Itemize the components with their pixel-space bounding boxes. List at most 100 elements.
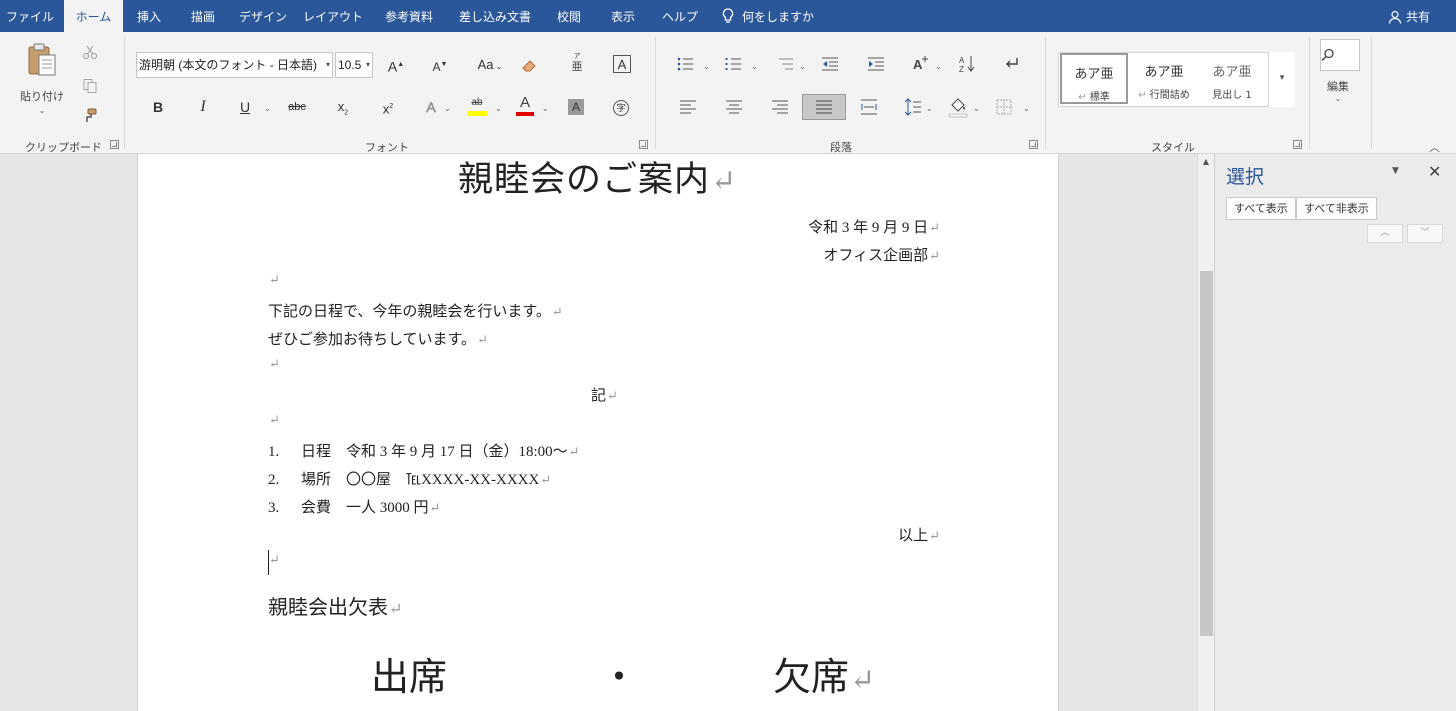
- sort-button[interactable]: AZ: [959, 55, 977, 75]
- superscript-button[interactable]: x2: [375, 94, 401, 120]
- empty-paragraph[interactable]: ↵: [268, 272, 280, 289]
- font-color-dropdown-caret[interactable]: ⌄: [542, 104, 549, 113]
- editing-button[interactable]: [1320, 39, 1360, 71]
- collapse-ribbon-button[interactable]: ︿: [1429, 139, 1440, 155]
- highlight-button[interactable]: ab: [464, 96, 490, 120]
- font-color-button[interactable]: A: [512, 94, 538, 120]
- font-dialog-launcher[interactable]: [639, 140, 648, 149]
- scrollbar-thumb[interactable]: [1200, 271, 1213, 636]
- list-item[interactable]: 1. 日程 令和 3 年 9 月 17 日（金）18:00～↵: [268, 440, 580, 461]
- borders-dropdown-caret[interactable]: ⌄: [1023, 104, 1030, 113]
- underline-button[interactable]: U: [232, 94, 258, 120]
- ki-heading[interactable]: 記↵: [591, 384, 618, 405]
- paste-button[interactable]: 貼り付け ⌄: [14, 42, 70, 132]
- bullets-dropdown-caret[interactable]: ⌄: [703, 62, 710, 71]
- align-left-button[interactable]: [680, 100, 696, 114]
- empty-paragraph[interactable]: ↵: [268, 356, 280, 373]
- style-heading-1[interactable]: あア亜 見出し 1: [1198, 53, 1266, 104]
- justify-button[interactable]: [802, 94, 846, 120]
- hide-all-button[interactable]: すべて非表示: [1296, 197, 1377, 220]
- font-name-combo[interactable]: 游明朝 (本文のフォント - 日本語) ▾: [136, 52, 333, 78]
- tell-me-search[interactable]: 何をしますか: [722, 0, 814, 32]
- format-painter-button[interactable]: [82, 108, 100, 126]
- close-icon[interactable]: ✕: [1428, 162, 1441, 181]
- tab-help[interactable]: ヘルプ: [654, 0, 706, 32]
- clear-formatting-button[interactable]: [520, 56, 540, 76]
- body-line-2[interactable]: ぜひご参加お待ちしています。↵: [268, 328, 488, 349]
- pane-options-chevron-icon[interactable]: ▼: [1392, 166, 1399, 176]
- attend-present[interactable]: 出席: [371, 646, 447, 701]
- empty-paragraph[interactable]: ↵: [268, 412, 280, 429]
- document-title[interactable]: 親睦会のご案内↵: [458, 154, 737, 202]
- multilevel-list-dropdown-caret[interactable]: ⌄: [799, 62, 806, 71]
- attend-absent[interactable]: 欠席↵: [773, 646, 875, 701]
- paragraph-shading-dropdown-caret[interactable]: ⌄: [973, 104, 980, 113]
- tab-view[interactable]: 表示: [601, 0, 645, 32]
- style-normal[interactable]: あア亜 ↵ 標準: [1060, 53, 1128, 104]
- paste-dropdown-caret[interactable]: ⌄: [14, 106, 70, 115]
- subscript-button[interactable]: x2: [330, 94, 356, 120]
- empty-paragraph[interactable]: ↵: [268, 552, 280, 569]
- attendance-table-title[interactable]: 親睦会出欠表↵: [268, 591, 402, 620]
- change-case-button[interactable]: Aa ⌄: [473, 52, 507, 78]
- highlight-dropdown-caret[interactable]: ⌄: [495, 104, 502, 113]
- tab-review[interactable]: 校閲: [548, 0, 590, 32]
- cut-button[interactable]: [82, 44, 100, 62]
- tab-layout[interactable]: レイアウト: [301, 0, 365, 32]
- editing-label[interactable]: 編集 ⌄: [1327, 78, 1349, 103]
- character-shading-button[interactable]: A: [563, 94, 589, 120]
- show-all-button[interactable]: すべて表示: [1226, 197, 1296, 220]
- tab-mailings[interactable]: 差し込み文書: [452, 0, 538, 32]
- document-organization[interactable]: オフィス企画部↵: [698, 244, 940, 265]
- attend-separator[interactable]: ・: [600, 646, 638, 701]
- document-page[interactable]: 親睦会のご案内↵ 令和 3 年 9 月 9 日↵ オフィス企画部↵ ↵ 下記の日…: [137, 154, 1059, 711]
- distributed-button[interactable]: [861, 99, 877, 115]
- document-date[interactable]: 令和 3 年 9 月 9 日↵: [698, 216, 940, 237]
- underline-dropdown-caret[interactable]: ⌄: [264, 104, 271, 113]
- scroll-up-arrow-icon[interactable]: ▲: [1200, 156, 1212, 168]
- tab-file[interactable]: ファイル: [0, 0, 60, 32]
- ijou-text[interactable]: 以上↵: [698, 524, 940, 545]
- tab-home[interactable]: ホーム: [64, 0, 123, 32]
- italic-button[interactable]: I: [190, 94, 216, 120]
- vertical-scrollbar[interactable]: ▲: [1197, 154, 1214, 711]
- tab-references[interactable]: 参考資料: [376, 0, 442, 32]
- decrease-indent-button[interactable]: [822, 57, 840, 73]
- borders-button[interactable]: [996, 99, 1012, 115]
- list-item[interactable]: 3. 会費 一人 3000 円↵: [268, 496, 440, 517]
- bring-forward-button[interactable]: ︿: [1367, 224, 1403, 243]
- clipboard-dialog-launcher[interactable]: [110, 140, 119, 149]
- align-right-button[interactable]: [772, 100, 788, 114]
- body-line-1[interactable]: 下記の日程で、今年の親睦会を行います。↵: [268, 300, 563, 321]
- asian-layout-dropdown-caret[interactable]: ⌄: [935, 62, 942, 71]
- copy-button[interactable]: [82, 78, 100, 96]
- line-spacing-dropdown-caret[interactable]: ⌄: [926, 104, 933, 113]
- line-spacing-button[interactable]: [905, 98, 921, 116]
- paragraph-shading-button[interactable]: [948, 96, 968, 118]
- paragraph-dialog-launcher[interactable]: [1029, 140, 1038, 149]
- styles-more-button[interactable]: ▾: [1268, 52, 1295, 107]
- share-button[interactable]: 共有: [1388, 0, 1430, 32]
- tab-insert[interactable]: 挿入: [127, 0, 171, 32]
- numbering-button[interactable]: [725, 57, 743, 73]
- grow-font-button[interactable]: A▲: [383, 52, 409, 78]
- shrink-font-button[interactable]: A▼: [427, 52, 453, 78]
- show-formatting-marks-button[interactable]: [1004, 56, 1022, 74]
- increase-indent-button[interactable]: [868, 57, 886, 73]
- asian-layout-button[interactable]: A: [912, 56, 932, 74]
- enclose-characters-button[interactable]: 字: [608, 94, 634, 120]
- font-size-combo[interactable]: 10.5 ▾: [335, 52, 373, 78]
- bullets-button[interactable]: [677, 57, 695, 73]
- bold-button[interactable]: B: [145, 94, 171, 120]
- phonetic-guide-button[interactable]: ア 亜: [566, 52, 588, 78]
- align-center-button[interactable]: [726, 100, 742, 114]
- character-border-button[interactable]: A: [609, 52, 635, 78]
- list-item[interactable]: 2. 場所 〇〇屋 ℡XXXX-XX-XXXX↵: [268, 468, 551, 489]
- strikethrough-button[interactable]: abc: [284, 94, 310, 120]
- style-no-spacing[interactable]: あア亜 ↵ 行間詰め: [1130, 53, 1198, 104]
- numbering-dropdown-caret[interactable]: ⌄: [751, 62, 758, 71]
- text-effects-dropdown-caret[interactable]: ⌄: [444, 104, 451, 113]
- multilevel-list-button[interactable]: [777, 57, 795, 73]
- tab-draw[interactable]: 描画: [180, 0, 226, 32]
- styles-dialog-launcher[interactable]: [1293, 140, 1302, 149]
